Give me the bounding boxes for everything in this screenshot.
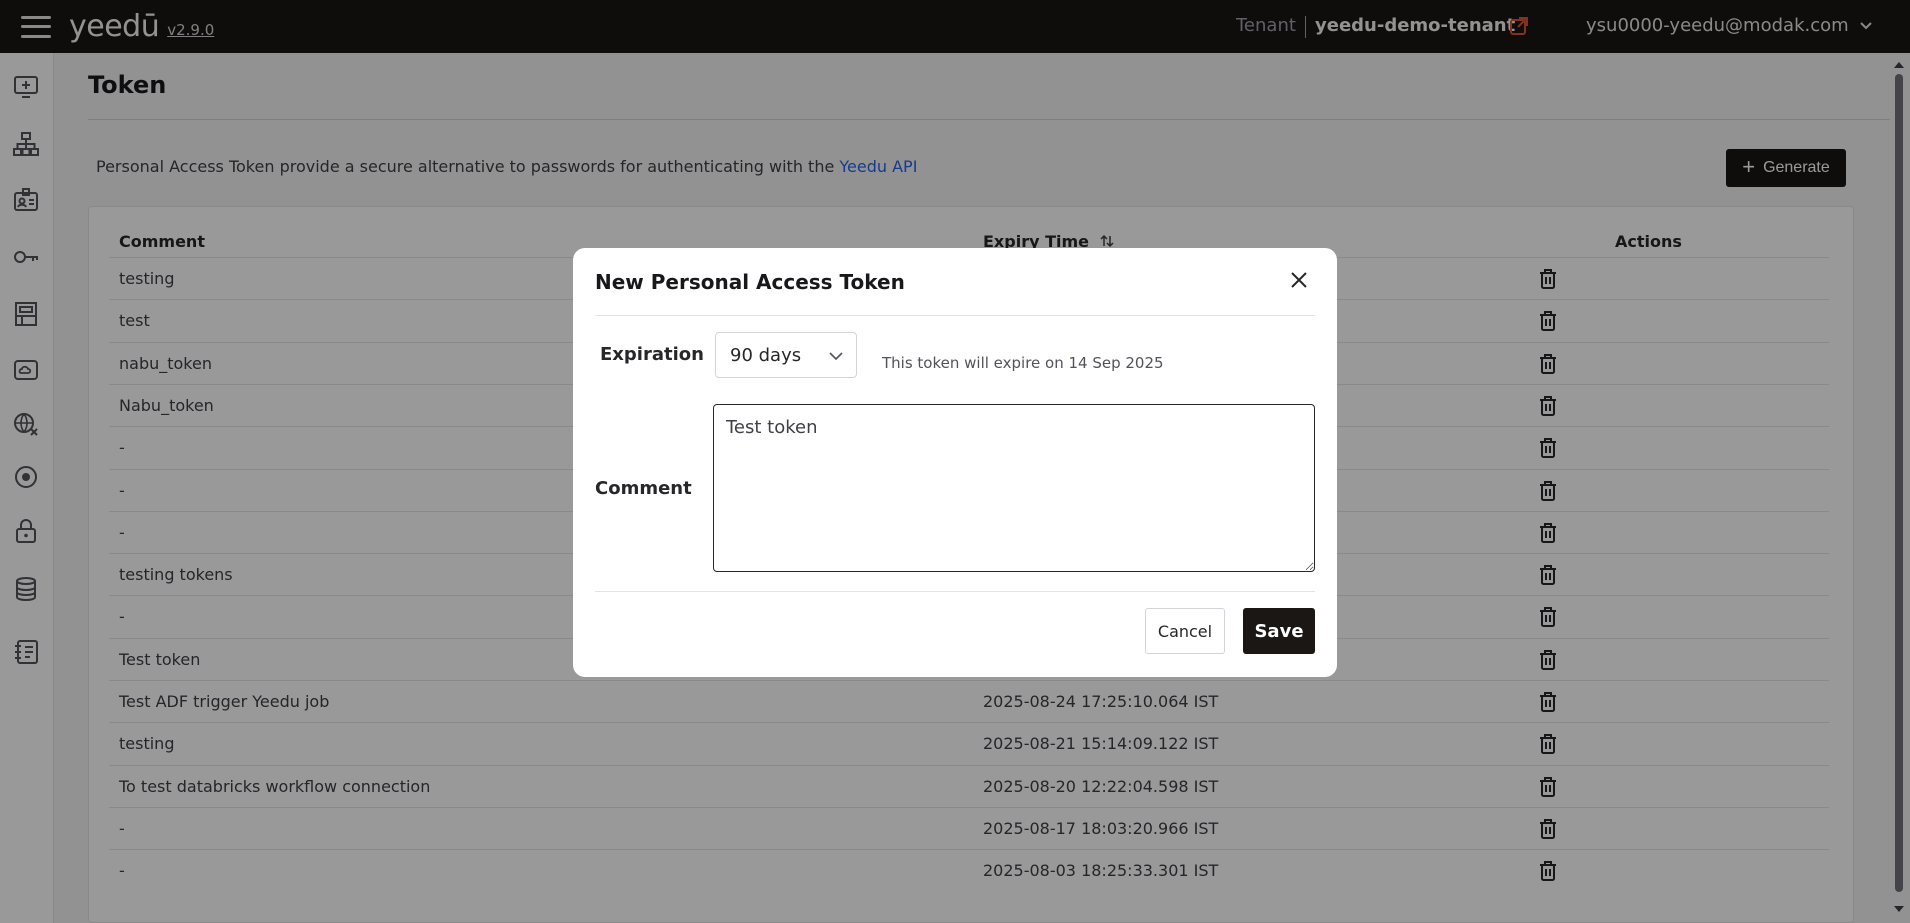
comment-textarea[interactable] <box>713 404 1315 572</box>
cancel-button[interactable]: Cancel <box>1145 608 1225 654</box>
expiration-note: This token will expire on 14 Sep 2025 <box>882 354 1164 372</box>
dialog-divider-top <box>595 315 1315 316</box>
dialog-title: New Personal Access Token <box>595 270 905 294</box>
expiration-label: Expiration <box>600 344 704 365</box>
chevron-down-icon <box>829 352 843 361</box>
expiration-value: 90 days <box>730 344 802 366</box>
new-token-dialog: New Personal Access Token Expiration 90 … <box>573 248 1337 677</box>
dialog-divider-bottom <box>595 591 1315 592</box>
comment-label: Comment <box>595 478 692 499</box>
save-button[interactable]: Save <box>1243 608 1315 654</box>
close-icon[interactable] <box>1287 268 1311 292</box>
expiration-select[interactable]: 90 days <box>715 332 857 378</box>
